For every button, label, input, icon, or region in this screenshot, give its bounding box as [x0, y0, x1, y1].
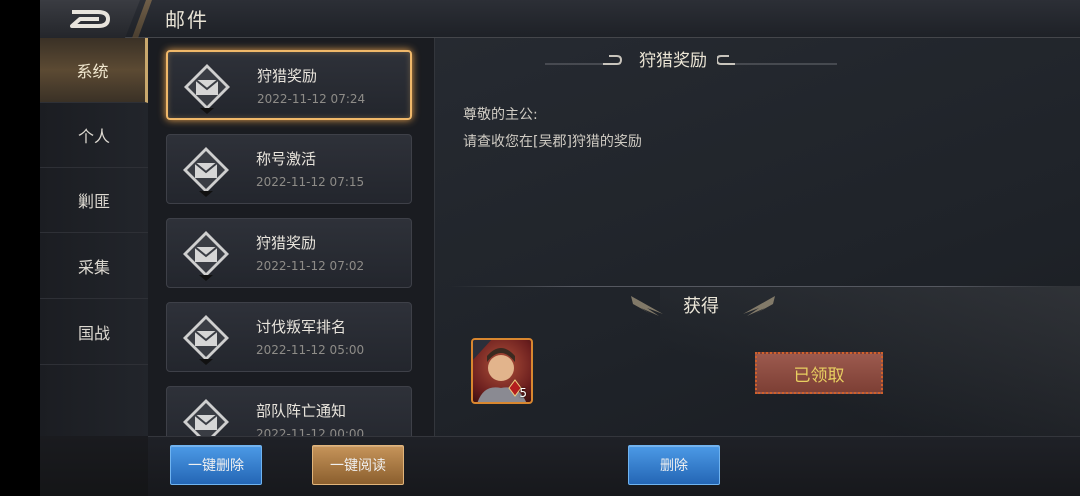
category-tab-bandit[interactable]: 剿匪	[40, 168, 148, 233]
detail-title-bar: 狩猎奖励	[435, 42, 1080, 74]
mail-title: 讨伐叛军排名	[256, 318, 347, 336]
title-ornament-right-icon	[717, 55, 837, 65]
category-tab-war[interactable]: 国战	[40, 300, 148, 365]
wing-ornament-right-icon	[743, 296, 775, 316]
category-tab-gather[interactable]: 采集	[40, 234, 148, 299]
menu-bottom-fill	[40, 436, 148, 496]
category-tab-personal[interactable]: 个人	[40, 103, 148, 168]
mail-screen: 邮件 系统 个人 剿匪 采集 国战 狩猎奖励 2022-11-12 07:24	[40, 0, 1080, 496]
reward-item-slot[interactable]: 5	[471, 338, 533, 404]
left-margin	[0, 0, 40, 496]
reward-heading: 获得	[683, 296, 719, 317]
mail-title: 部队阵亡通知	[256, 402, 347, 420]
mail-time: 2022-11-12 05:00	[256, 343, 365, 357]
back-arrow-icon	[70, 10, 110, 28]
envelope-icon	[183, 399, 229, 436]
mail-body: 尊敬的主公: 请查收您在[吴郡]狩猎的奖励	[463, 102, 642, 156]
mail-list-item[interactable]: 狩猎奖励 2022-11-12 07:02	[166, 218, 412, 288]
mail-message: 请查收您在[吴郡]狩猎的奖励	[463, 134, 642, 150]
read-all-button[interactable]: 一键阅读	[312, 445, 404, 485]
page-title: 邮件	[165, 8, 209, 32]
mail-time: 2022-11-12 07:02	[256, 259, 365, 273]
mail-list-item[interactable]: 狩猎奖励 2022-11-12 07:24	[166, 50, 412, 120]
envelope-icon	[183, 315, 229, 365]
mail-time: 2022-11-12 07:24	[257, 92, 366, 106]
mail-title: 称号激活	[256, 150, 317, 168]
mail-title: 狩猎奖励	[256, 234, 317, 252]
reward-divider	[449, 286, 1065, 287]
mail-time: 2022-11-12 00:00	[256, 427, 365, 436]
mail-title: 狩猎奖励	[257, 67, 318, 85]
delete-button[interactable]: 删除	[628, 445, 720, 485]
header-bar: 邮件	[40, 0, 1080, 38]
mail-list-item[interactable]: 讨伐叛军排名 2022-11-12 05:00	[166, 302, 412, 372]
envelope-icon	[183, 231, 229, 281]
envelope-icon	[183, 147, 229, 197]
mail-list: 狩猎奖励 2022-11-12 07:24 称号激活 2022-11-12 07…	[148, 38, 434, 436]
mail-time: 2022-11-12 07:15	[256, 175, 365, 189]
category-menu: 系统 个人 剿匪 采集 国战	[40, 38, 148, 436]
mail-list-item[interactable]: 部队阵亡通知 2022-11-12 00:00	[166, 386, 412, 436]
mail-detail-title: 狩猎奖励	[639, 51, 707, 71]
mail-greeting: 尊敬的主公:	[463, 107, 538, 123]
claimed-button[interactable]: 已领取	[755, 352, 883, 394]
title-ornament-left-icon	[545, 55, 623, 65]
back-button[interactable]	[40, 0, 140, 38]
mail-detail-panel: 狩猎奖励 尊敬的主公: 请查收您在[吴郡]狩猎的奖励 获得 5 已领取	[434, 38, 1080, 436]
reward-count: 5	[519, 386, 527, 400]
category-tab-system[interactable]: 系统	[40, 38, 148, 103]
mail-list-item[interactable]: 称号激活 2022-11-12 07:15	[166, 134, 412, 204]
envelope-icon	[184, 64, 230, 114]
delete-all-button[interactable]: 一键删除	[170, 445, 262, 485]
bottom-toolbar: 一键删除 一键阅读 删除	[148, 436, 1080, 496]
